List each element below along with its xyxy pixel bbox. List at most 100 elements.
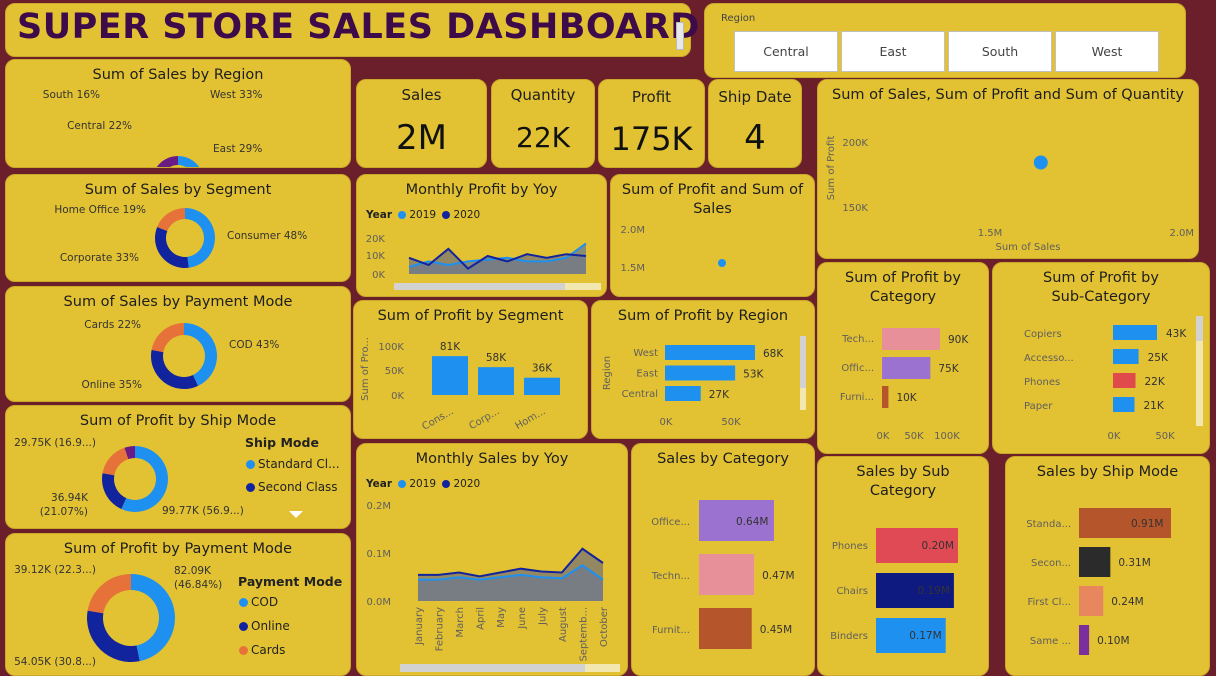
kpi-ship-date-card[interactable]: Ship Date 4 xyxy=(708,79,802,168)
scrollbar-thumb[interactable] xyxy=(800,336,806,388)
bar[interactable] xyxy=(882,386,889,408)
kpi-quantity-card[interactable]: Quantity 22K xyxy=(491,79,595,168)
horizontal-scrollbar[interactable] xyxy=(394,283,601,290)
profit-by-payment-card: Sum of Profit by Payment Mode 82.09K (46.… xyxy=(5,533,351,676)
kpi-label: Sales xyxy=(401,86,442,104)
profit-by-region-card: Sum of Profit by Region West 68K East 53K Ce… xyxy=(591,300,815,439)
y-tick-label: East xyxy=(636,369,658,380)
legend-item-standard[interactable]: Standard Cl... xyxy=(246,457,340,471)
donut-slice[interactable] xyxy=(131,574,175,662)
kpi-value: 175K xyxy=(610,120,693,158)
bar[interactable] xyxy=(882,357,931,379)
bar[interactable] xyxy=(478,367,514,395)
sales-by-ship-mode-chart[interactable]: Standa... 0.91M Secon... 0.31M First Cl... 0.… xyxy=(1006,457,1210,676)
monthly-sales-yoy-chart[interactable]: 0.2M 0.1M 0.0M January February March April May… xyxy=(357,444,628,676)
data-label: Home Office 19% xyxy=(54,204,146,216)
y-tick-label: 150K xyxy=(842,203,868,214)
data-label: South 16% xyxy=(43,89,100,101)
profit-by-category-chart[interactable]: Tech... 90K Offic... 75K Furni... 10K 0K 50K 100… xyxy=(818,263,989,454)
profit-by-payment-chart[interactable]: 82.09K (46.84%) 54.05K (30.8...) 39.12K (22… xyxy=(6,534,351,676)
bar[interactable] xyxy=(1113,325,1157,340)
kpi-label: Quantity xyxy=(510,86,576,104)
y-tick-label: Offic... xyxy=(841,363,874,374)
sales-by-category-chart[interactable]: Office... 0.64M Techn... 0.47M Furnit... 0.45… xyxy=(632,444,815,676)
bar[interactable] xyxy=(1079,625,1090,655)
legend-item-cards[interactable]: Cards xyxy=(239,643,285,657)
legend-dot xyxy=(239,622,248,631)
bar[interactable] xyxy=(1079,547,1111,577)
x-tick-label: 0K xyxy=(877,431,890,442)
legend-dot xyxy=(246,483,255,492)
donut-slice[interactable] xyxy=(157,208,185,232)
profit-sales-scatter-chart[interactable]: 2.0M 1.5M xyxy=(611,175,815,297)
sales-by-subcategory-chart[interactable]: Phones 0.20M Chairs 0.19M Binders 0.17M xyxy=(818,457,989,676)
bar[interactable] xyxy=(665,345,755,360)
donut-slice[interactable] xyxy=(178,156,204,168)
data-label: Online 35% xyxy=(81,379,142,391)
scrollbar-thumb[interactable] xyxy=(1196,316,1203,341)
sales-by-region-card: Sum of Sales by Region South 16% West 33%… xyxy=(5,59,351,168)
donut-slice[interactable] xyxy=(87,574,131,614)
donut-slice[interactable] xyxy=(156,156,178,168)
data-label: Cards 22% xyxy=(84,319,141,331)
scatter-point[interactable] xyxy=(718,259,726,267)
legend-item-cod[interactable]: COD xyxy=(239,595,278,609)
profit-by-region-chart[interactable]: West 68K East 53K Central 27K Region 0K 50K xyxy=(592,301,815,439)
donut-slice[interactable] xyxy=(155,226,189,268)
slicer-label: Region xyxy=(721,13,756,24)
monthly-profit-yoy-chart[interactable]: 20K 10K 0K xyxy=(357,175,607,297)
x-tick-label: August xyxy=(558,607,569,642)
bar[interactable] xyxy=(1113,397,1135,412)
slicer-option-west[interactable]: West xyxy=(1055,31,1159,72)
ship-mode-legend-title: Ship Mode xyxy=(245,435,319,450)
kpi-profit-card[interactable]: Profit 175K xyxy=(598,79,705,168)
kpi-sales-card[interactable]: Sales 2M xyxy=(356,79,487,168)
bar[interactable] xyxy=(665,386,701,401)
bar[interactable] xyxy=(665,365,736,381)
legend-item-online[interactable]: Online xyxy=(239,619,290,633)
bar[interactable] xyxy=(1113,373,1136,388)
bar[interactable] xyxy=(699,554,755,595)
horizontal-scrollbar[interactable] xyxy=(400,664,620,672)
bar[interactable] xyxy=(432,356,468,395)
title-scrollbar[interactable] xyxy=(676,22,684,50)
y-tick-label: Chairs xyxy=(836,586,868,597)
scatter-point[interactable] xyxy=(1033,155,1048,170)
donut-slice[interactable] xyxy=(151,349,199,389)
donut-slice[interactable] xyxy=(102,473,127,510)
sales-by-region-chart[interactable]: South 16% West 33% Central 22% East 29% xyxy=(6,60,351,168)
bar[interactable] xyxy=(699,608,752,649)
kpi-label: Ship Date xyxy=(718,88,792,106)
sales-by-ship-mode-card: Sales by Ship Mode Standa... 0.91M Secon..… xyxy=(1005,456,1210,676)
legend-scroll-down-icon[interactable] xyxy=(289,511,303,518)
y-axis-label: Sum of Profit xyxy=(826,136,837,201)
scrollbar-thumb[interactable] xyxy=(400,664,585,672)
donut-slice[interactable] xyxy=(185,208,216,268)
sales-profit-quantity-chart[interactable]: 200K 150K 1.5M 2.0M Sum of Sales Sum of Profi… xyxy=(818,80,1199,259)
y-tick-label: Standa... xyxy=(1026,519,1071,530)
data-label: 82.09K (46.84%) xyxy=(174,565,222,591)
vertical-scrollbar[interactable] xyxy=(1196,316,1203,426)
y-tick-label: 10K xyxy=(366,251,386,262)
bar[interactable] xyxy=(524,377,560,395)
bar[interactable] xyxy=(1079,586,1104,616)
slicer-option-central[interactable]: Central xyxy=(734,31,838,72)
y-tick-label: 0.1M xyxy=(366,549,391,560)
donut-slice[interactable] xyxy=(102,447,129,476)
slicer-option-south[interactable]: South xyxy=(948,31,1052,72)
data-label: 53K xyxy=(743,369,764,381)
scrollbar-thumb[interactable] xyxy=(394,283,565,290)
bar[interactable] xyxy=(1113,349,1139,364)
vertical-scrollbar[interactable] xyxy=(800,336,806,410)
data-label: 36K xyxy=(532,363,553,375)
profit-by-segment-chart[interactable]: 100K 50K 0K Sum of Pro... 81K Cons... 58K Corp.… xyxy=(354,301,588,439)
donut-slice[interactable] xyxy=(151,323,184,353)
slicer-option-east[interactable]: East xyxy=(841,31,945,72)
bar[interactable] xyxy=(882,328,940,350)
sales-by-segment-chart[interactable]: Home Office 19% Consumer 48% Corporate 33% xyxy=(6,175,351,282)
legend-label: COD xyxy=(251,595,279,609)
legend-item-second[interactable]: Second Class xyxy=(246,480,338,494)
sales-by-payment-chart[interactable]: COD 43% Online 35% Cards 22% xyxy=(6,287,351,402)
profit-by-subcategory-chart[interactable]: Copiers 43K Accesso... 25K Phones 22K Paper 21K… xyxy=(993,263,1210,454)
donut-slice[interactable] xyxy=(87,610,140,662)
